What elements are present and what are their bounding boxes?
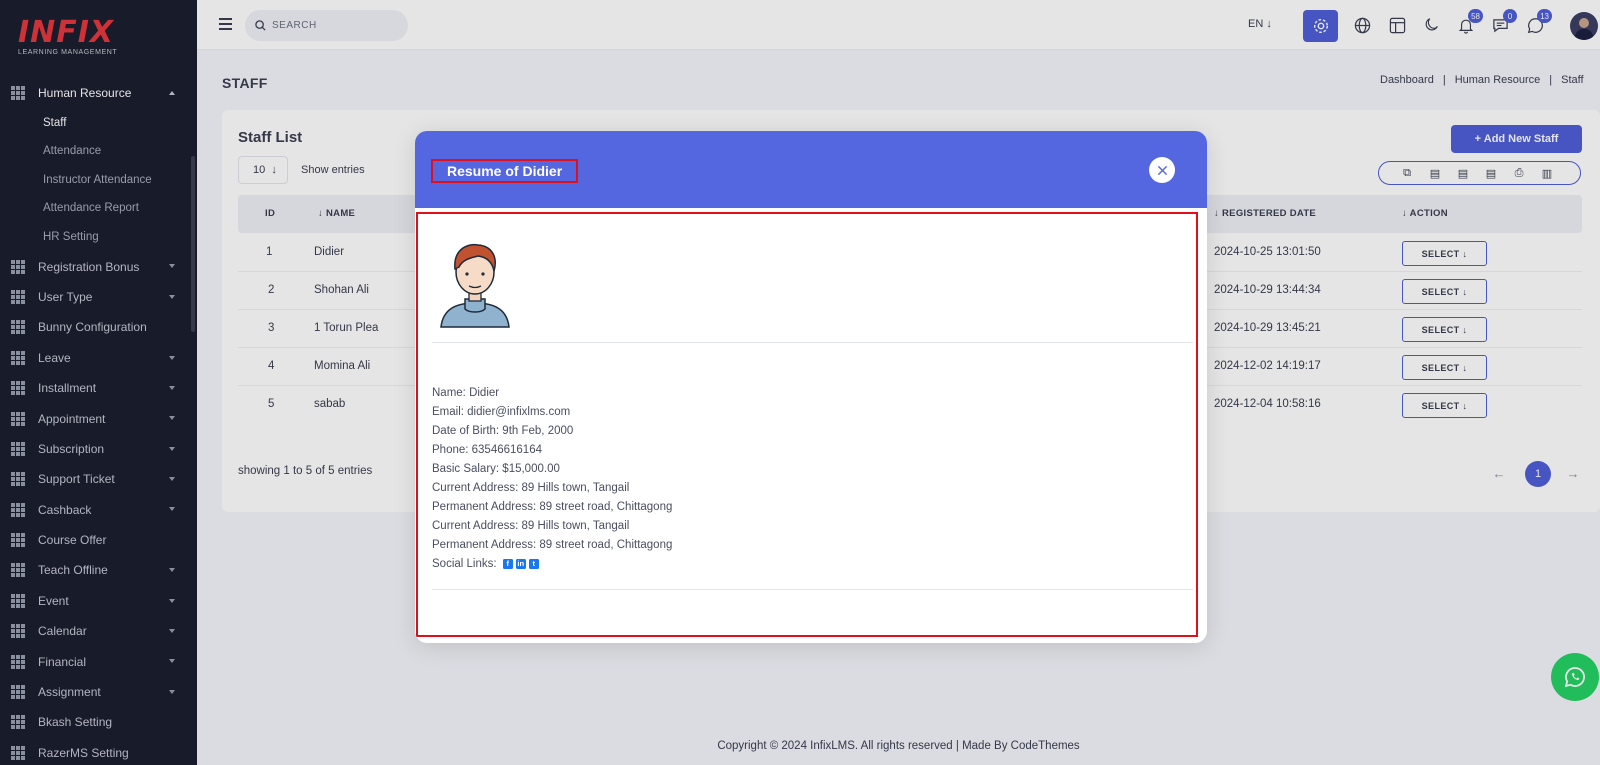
modal-close-button[interactable]	[1149, 157, 1175, 183]
divider	[432, 589, 1193, 590]
resume-details: Name: Didier Email: didier@infixlms.com …	[432, 384, 672, 574]
resume-dob: Date of Birth: 9th Feb, 2000	[432, 425, 574, 437]
resume-email: Email: didier@infixlms.com	[432, 406, 571, 418]
linkedin-icon[interactable]: in	[515, 558, 526, 569]
modal-header: Resume of Didier	[415, 131, 1207, 208]
resume-current-address-2: Current Address: 89 Hills town, Tangail	[432, 520, 630, 532]
twitter-icon[interactable]: t	[528, 558, 539, 569]
resume-current-address: Current Address: 89 Hills town, Tangail	[432, 482, 630, 494]
resume-phone: Phone: 63546616164	[432, 444, 542, 456]
profile-avatar	[440, 243, 510, 328]
social-icons: f in t	[502, 558, 539, 569]
close-icon	[1157, 165, 1167, 175]
resume-modal: Resume of Didier Name: Didier Email: did…	[415, 131, 1207, 643]
resume-social-links: Social Links: f in t	[432, 555, 672, 574]
resume-salary: Basic Salary: $15,000.00	[432, 463, 560, 475]
social-links-label: Social Links:	[432, 558, 497, 570]
modal-title: Resume of Didier	[431, 159, 579, 183]
facebook-icon[interactable]: f	[502, 558, 513, 569]
resume-permanent-address-2: Permanent Address: 89 street road, Chitt…	[432, 539, 673, 551]
divider	[432, 342, 1193, 343]
resume-permanent-address: Permanent Address: 89 street road, Chitt…	[432, 501, 673, 513]
resume-name: Name: Didier	[432, 387, 500, 399]
modal-body: Name: Didier Email: didier@infixlms.com …	[416, 212, 1198, 637]
